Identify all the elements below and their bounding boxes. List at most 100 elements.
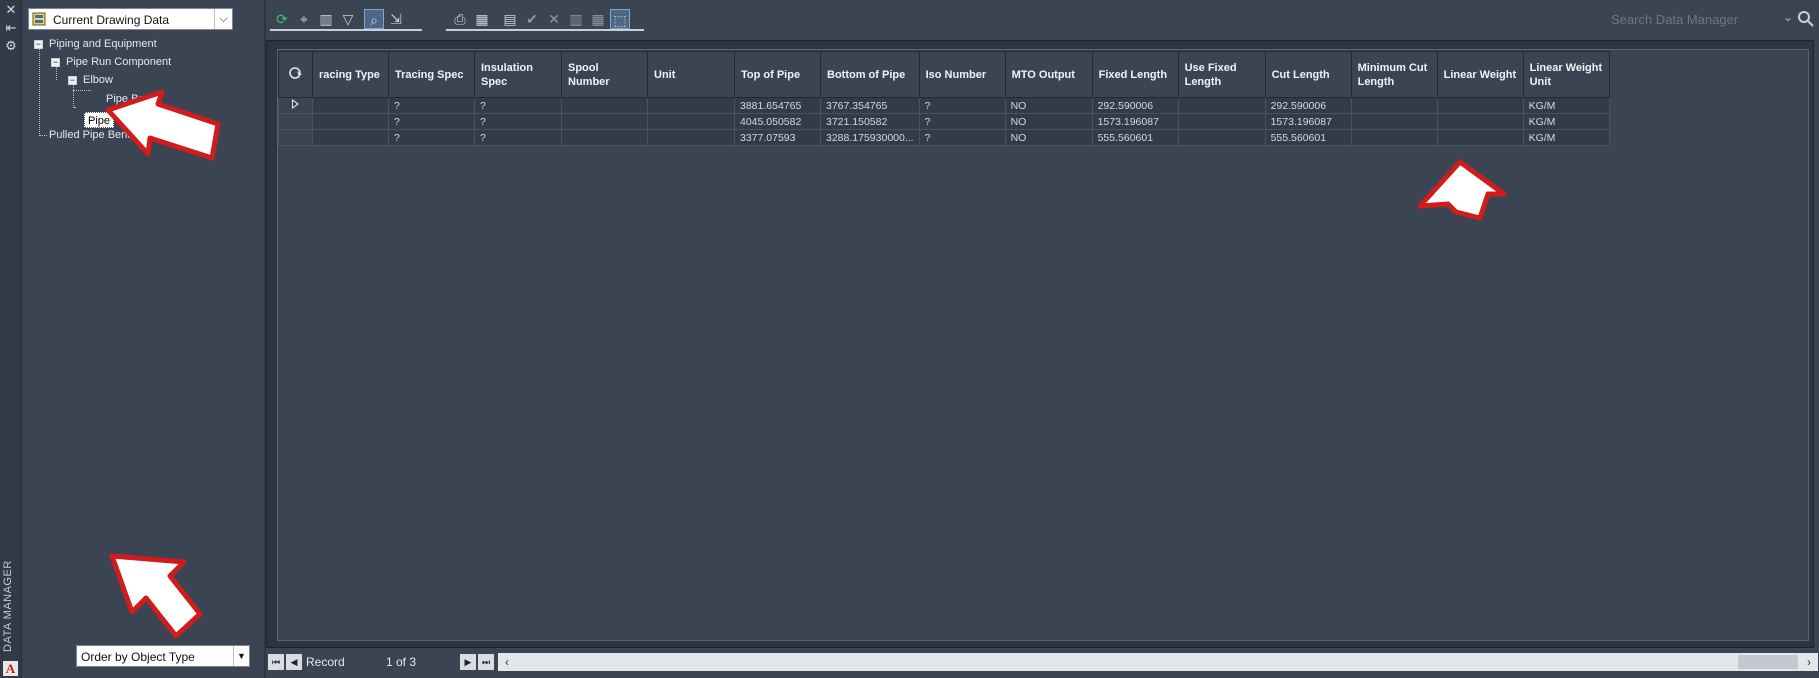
table-cell[interactable] [1436,113,1524,130]
table-cell[interactable] [647,113,735,130]
import-icon[interactable]: ▤ [500,9,520,29]
tree-node-pipe-selected[interactable]: Pipe [84,112,115,128]
export-icon[interactable]: ▦ [472,9,492,29]
table-cell[interactable]: KG/M [1522,113,1610,130]
next-record-icon[interactable]: ▶ [460,654,476,670]
column-header[interactable]: Tracing Spec [388,51,475,98]
settings-grid-icon[interactable]: ▦ [588,9,608,29]
column-header[interactable]: Iso Number [918,51,1006,98]
column-header[interactable]: Fixed Length [1091,51,1179,98]
accept-icon[interactable]: ✔ [522,9,542,29]
row-selector[interactable] [278,113,313,130]
table-cell[interactable] [1436,129,1524,146]
table-cell[interactable] [1350,113,1438,130]
table-cell[interactable]: 3288.175930000... [820,129,920,146]
table-cell[interactable]: 292.590006 [1091,97,1179,114]
grid-options-icon[interactable] [288,65,304,81]
filter-icon[interactable]: ▽ [338,9,358,29]
table-cell[interactable] [1177,113,1266,130]
column-header[interactable]: Unit [647,51,735,98]
reject-icon[interactable]: ✕ [544,9,564,29]
tree-node-pipe-run-component[interactable]: Pipe Run Component [66,54,171,70]
table-cell[interactable] [1177,129,1266,146]
table-cell[interactable] [1350,129,1438,146]
table-cell[interactable]: 3377.07593 [734,129,821,146]
table-cell[interactable]: KG/M [1522,97,1610,114]
table-cell[interactable]: 555.560601 [1091,129,1179,146]
table-cell[interactable] [312,113,389,130]
search-input[interactable] [1609,8,1799,30]
table-cell[interactable]: 555.560601 [1264,129,1352,146]
column-header[interactable]: Cut Length [1264,51,1352,98]
column-header[interactable]: Minimum Cut Length [1350,51,1438,98]
table-cell[interactable] [561,97,648,114]
collapse-icon[interactable]: − [51,58,60,67]
table-row[interactable]: ?? 4045.050582 3721.150582? NO 1573.196087 15… [278,113,1610,130]
order-by-select[interactable]: Order by Object Type ▼ [76,645,250,667]
print-icon[interactable]: ⎙ [450,9,470,29]
table-row[interactable]: ?? 3881.654765 3767.354765? NO 292.590006 292… [278,97,1610,114]
table-cell[interactable]: 1573.196087 [1264,113,1352,130]
table-cell[interactable]: NO [1004,97,1093,114]
table-row[interactable]: ?? 3377.07593 3288.175930000...? NO 555.5606… [278,129,1610,146]
tree-node-pipe-bend[interactable]: Pipe Bend [106,91,157,107]
columns-icon[interactable]: ▥ [566,9,586,29]
row-selector[interactable] [278,129,313,146]
horizontal-scrollbar[interactable]: ‹ › [498,653,1818,671]
tree-node-elbow[interactable]: Elbow [83,72,113,88]
collapse-icon[interactable]: − [34,40,43,49]
properties-gear-icon[interactable]: ⚙ [3,38,19,54]
column-header[interactable]: Linear Weight [1436,51,1524,98]
table-cell[interactable]: 3767.354765 [820,97,920,114]
column-header[interactable]: Insulation Spec [474,51,562,98]
column-header[interactable]: Bottom of Pipe [820,51,920,98]
last-record-icon[interactable]: ⏭ [478,654,494,670]
column-header[interactable]: MTO Output [1004,51,1093,98]
table-cell[interactable]: 4045.050582 [734,113,821,130]
table-cell[interactable]: ? [918,97,1006,114]
table-cell[interactable]: ? [918,113,1006,130]
table-cell[interactable]: 292.590006 [1264,97,1352,114]
table-cell[interactable]: ? [388,97,475,114]
table-cell[interactable]: ? [474,113,562,130]
table-cell[interactable]: 3721.150582 [820,113,920,130]
select-in-drawing-icon[interactable]: ⇲ [386,9,406,29]
table-cell[interactable]: ? [388,129,475,146]
dropdown-arrow-icon[interactable]: ▼ [233,646,249,666]
collapse-icon[interactable]: − [68,76,77,85]
column-header[interactable]: racing Type [312,51,389,98]
column-header[interactable]: Spool Number [561,51,648,98]
first-record-icon[interactable]: ⏮ [268,654,284,670]
tree-node-pulled-pipe-bend[interactable]: Pulled Pipe Bend [49,127,133,143]
table-cell[interactable]: KG/M [1522,129,1610,146]
table-cell[interactable]: NO [1004,113,1093,130]
scroll-right-icon[interactable]: › [1800,653,1818,671]
column-select-icon[interactable]: ▥ [316,9,336,29]
data-source-select[interactable]: Current Drawing Data ⌵ [28,8,233,30]
table-cell[interactable] [1177,97,1266,114]
scrollbar-thumb[interactable] [1738,655,1798,669]
row-selector[interactable] [278,97,313,114]
table-cell[interactable] [312,97,389,114]
table-cell[interactable]: NO [1004,129,1093,146]
previous-record-icon[interactable]: ◀ [286,654,302,670]
highlight-icon[interactable]: ⬚ [610,9,630,29]
table-cell[interactable]: ? [474,97,562,114]
refresh-icon[interactable]: ⟳ [272,9,292,29]
tree-node-piping-and-equipment[interactable]: Piping and Equipment [49,36,157,52]
column-header[interactable]: Top of Pipe [734,51,821,98]
table-cell[interactable] [1350,97,1438,114]
chevron-down-icon[interactable]: ⌄ [1783,10,1793,24]
table-cell[interactable]: 1573.196087 [1091,113,1179,130]
table-cell[interactable]: 3881.654765 [734,97,821,114]
zoom-to-icon[interactable]: ⌖ [294,9,314,29]
table-cell[interactable] [561,129,648,146]
close-icon[interactable]: ✕ [3,2,19,18]
search-icon[interactable] [1797,10,1815,28]
chevron-down-icon[interactable]: ⌵ [214,9,232,29]
column-header[interactable]: Linear Weight Unit [1522,51,1610,98]
table-cell[interactable]: ? [474,129,562,146]
row-selector-header[interactable] [278,51,313,98]
auto-hide-icon[interactable]: ⇤ [3,20,19,36]
table-cell[interactable] [647,97,735,114]
